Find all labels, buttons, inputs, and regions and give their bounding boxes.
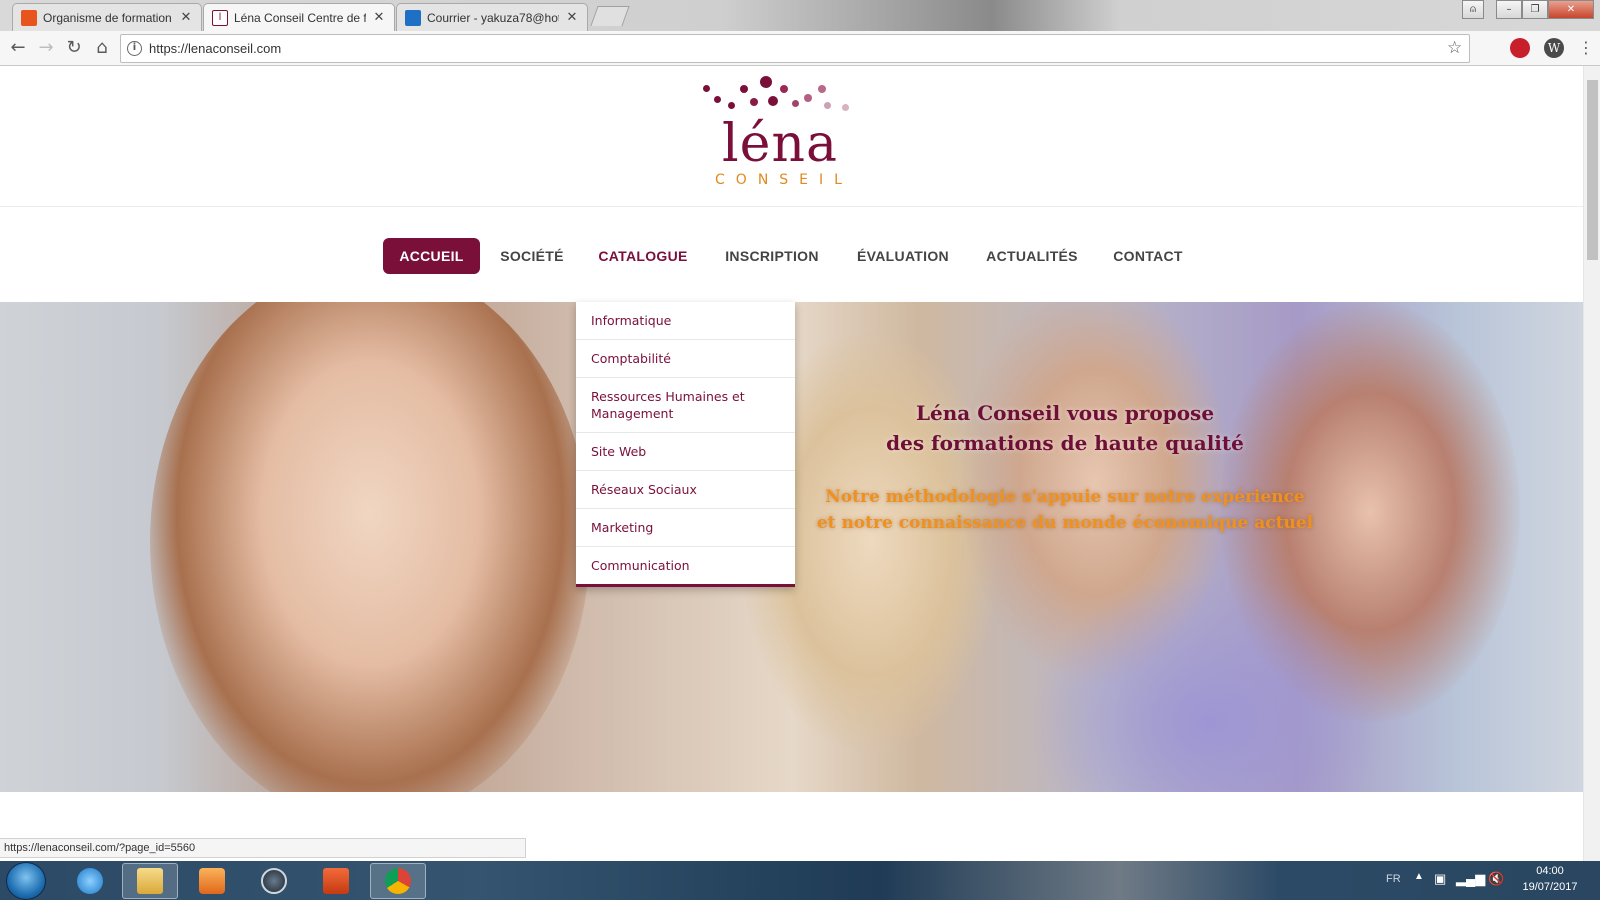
menu-item-communication[interactable]: Communication	[576, 547, 795, 584]
back-arrow-icon[interactable]: ←	[6, 36, 30, 60]
web-page: léna CONSEIL ACCUEIL SOCIÉTÉ CATALOGUE I…	[0, 66, 1583, 861]
taskbar-media-player[interactable]	[184, 863, 240, 899]
windows-taskbar: FR ▲ ▣ ▂▄▆ 🔇 04:00 19/07/2017	[0, 861, 1600, 900]
address-bar[interactable]: i https://lenaconseil.com ☆	[120, 34, 1470, 63]
hero-line-2: des formations de haute qualité	[886, 431, 1244, 455]
menu-item-ressources-humaines[interactable]: Ressources Humaines et Management	[576, 378, 795, 433]
header-divider	[0, 206, 1583, 207]
home-icon[interactable]: ⌂	[90, 36, 114, 60]
outlook-favicon-icon	[405, 9, 421, 26]
logo-dot	[804, 94, 812, 102]
logo-wordmark: léna	[722, 114, 838, 174]
menu-item-reseaux-sociaux[interactable]: Réseaux Sociaux	[576, 471, 795, 509]
browser-tab-2[interactable]: l Léna Conseil Centre de fo ✕	[203, 3, 395, 31]
chrome-icon	[385, 868, 411, 894]
catalogue-dropdown-menu: Informatique Comptabilité Ressources Hum…	[576, 302, 795, 587]
logo-dot	[768, 96, 778, 106]
tab-title: Courrier - yakuza78@hot	[427, 10, 559, 25]
hero-photo-woman-front	[150, 302, 590, 792]
logo-dot	[728, 102, 735, 109]
system-tray: FR ▲ ▣ ▂▄▆ 🔇 04:00 19/07/2017	[1370, 861, 1600, 900]
taskbar-file-explorer[interactable]	[122, 863, 178, 899]
hero-subheadline: Notre méthodologie s'appuie sur notre ex…	[790, 484, 1340, 536]
logo-dot	[824, 102, 831, 109]
nav-item-catalogue[interactable]: CATALOGUE	[595, 238, 691, 274]
taskbar-hp[interactable]	[246, 863, 302, 899]
site-logo[interactable]: léna CONSEIL	[700, 76, 860, 191]
logo-dot	[714, 96, 721, 103]
nav-item-inscription[interactable]: INSCRIPTION	[722, 238, 822, 274]
lena-favicon-icon: l	[212, 9, 228, 26]
close-tab-icon[interactable]: ✕	[565, 10, 579, 25]
menu-item-comptabilite[interactable]: Comptabilité	[576, 340, 795, 378]
logo-dot	[703, 85, 710, 92]
close-window-button[interactable]: ✕	[1548, 0, 1594, 19]
page-scrollbar[interactable]	[1583, 66, 1600, 861]
clock-date[interactable]: 19/07/2017	[1514, 881, 1586, 893]
folder-icon	[137, 868, 163, 894]
internet-explorer-icon	[77, 868, 103, 894]
reload-icon[interactable]: ↻	[62, 36, 86, 60]
taskbar-internet-explorer[interactable]	[62, 863, 118, 899]
logo-subtitle: CONSEIL	[715, 172, 853, 188]
tab-title: Léna Conseil Centre de fo	[234, 10, 366, 25]
media-player-icon	[199, 868, 225, 894]
close-tab-icon[interactable]: ✕	[372, 10, 386, 25]
profile-button[interactable]: ⍝	[1462, 0, 1484, 19]
language-indicator[interactable]: FR	[1386, 873, 1401, 885]
forward-arrow-icon[interactable]: →	[34, 36, 58, 60]
nav-item-actualites[interactable]: ACTUALITÉS	[984, 238, 1080, 274]
show-hidden-icons-icon[interactable]: ▲	[1414, 871, 1424, 882]
logo-dot	[740, 85, 748, 93]
main-navigation: ACCUEIL SOCIÉTÉ CATALOGUE INSCRIPTION ÉV…	[0, 238, 1583, 274]
logo-dot	[760, 76, 772, 88]
scrollbar-thumb[interactable]	[1587, 80, 1598, 260]
nav-item-societe[interactable]: SOCIÉTÉ	[494, 238, 570, 274]
volume-muted-icon[interactable]: 🔇	[1488, 871, 1504, 887]
nav-item-contact[interactable]: CONTACT	[1109, 238, 1187, 274]
logo-dot	[780, 85, 788, 93]
close-tab-icon[interactable]: ✕	[179, 10, 193, 25]
info-icon[interactable]: i	[127, 41, 142, 56]
hero-line-1: Léna Conseil vous propose	[915, 401, 1215, 425]
device-icon[interactable]: ▣	[1434, 871, 1446, 887]
logo-dot	[842, 104, 849, 111]
bookmark-star-icon[interactable]: ☆	[1447, 38, 1462, 58]
nav-item-evaluation[interactable]: ÉVALUATION	[852, 238, 954, 274]
hero-line-4: et notre connaissance du monde économiqu…	[816, 513, 1314, 533]
browser-tab-1[interactable]: Organisme de formation ✕	[12, 3, 202, 31]
minimize-button[interactable]: –	[1496, 0, 1522, 19]
url-text: https://lenaconseil.com	[149, 41, 282, 56]
taskbar-chrome[interactable]	[370, 863, 426, 899]
hero-line-3: Notre méthodologie s'appuie sur notre ex…	[825, 487, 1305, 507]
hcnet-favicon-icon	[21, 9, 37, 26]
hero-headline: Léna Conseil vous propose des formations…	[830, 398, 1300, 458]
menu-kebab-icon[interactable]: ⋮	[1574, 36, 1598, 60]
browser-tab-3[interactable]: Courrier - yakuza78@hot ✕	[396, 3, 588, 31]
browser-tab-strip: Organisme de formation ✕ l Léna Conseil …	[0, 0, 1600, 31]
clock-time[interactable]: 04:00	[1520, 865, 1580, 877]
wordpress-icon[interactable]: W	[1544, 38, 1564, 58]
logo-dot	[818, 85, 826, 93]
presentation-icon	[323, 868, 349, 894]
status-bubble: https://lenaconseil.com/?page_id=5560	[0, 838, 526, 858]
browser-toolbar: ← → ↻ ⌂ i https://lenaconseil.com ☆ W ⋮	[0, 31, 1600, 66]
taskbar-presentation[interactable]	[308, 863, 364, 899]
tab-title: Organisme de formation	[43, 10, 172, 25]
adblock-icon[interactable]	[1510, 38, 1530, 58]
logo-dot	[792, 100, 799, 107]
network-icon[interactable]: ▂▄▆	[1456, 871, 1485, 887]
menu-item-marketing[interactable]: Marketing	[576, 509, 795, 547]
new-tab-button[interactable]	[590, 6, 630, 26]
menu-item-informatique[interactable]: Informatique	[576, 302, 795, 340]
logo-dot	[750, 98, 758, 106]
restore-button[interactable]: ❐	[1522, 0, 1548, 19]
hp-icon	[261, 868, 287, 894]
menu-item-site-web[interactable]: Site Web	[576, 433, 795, 471]
start-button[interactable]	[6, 862, 46, 900]
nav-item-accueil[interactable]: ACCUEIL	[383, 238, 480, 274]
